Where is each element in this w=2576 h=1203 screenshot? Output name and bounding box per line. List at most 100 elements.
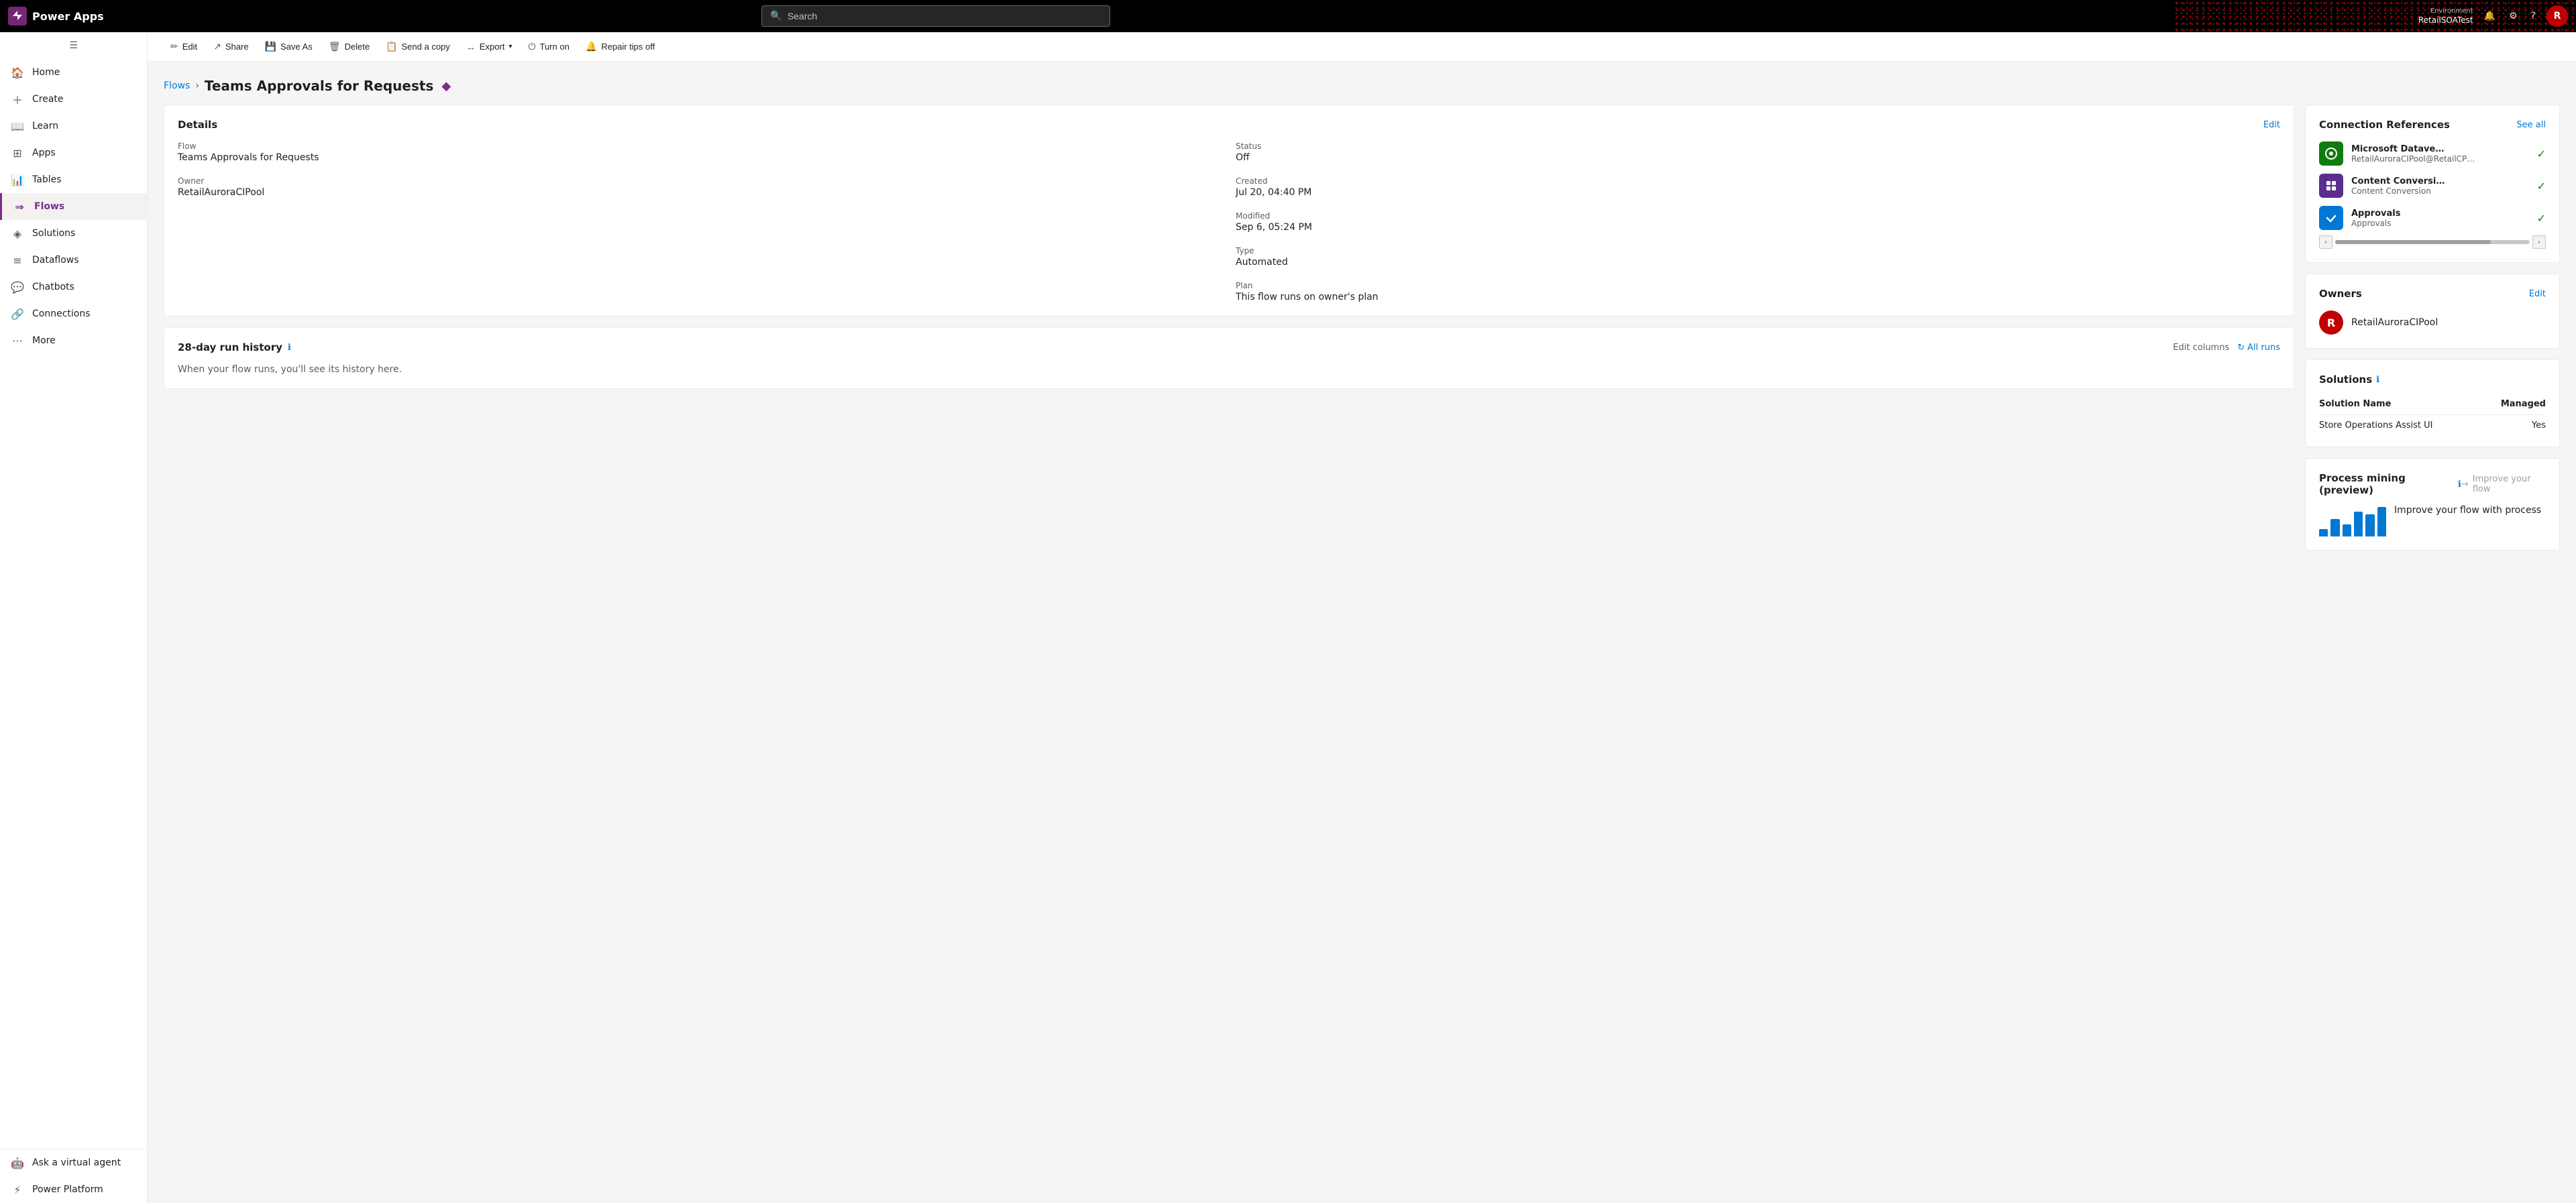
edit-columns-button[interactable]: Edit columns	[2173, 343, 2229, 353]
avatar[interactable]: R	[2546, 5, 2568, 27]
sidebar-bottom: 🤖 Ask a virtual agent ⚡ Power Platform	[0, 1149, 147, 1203]
process-mining-text: Improve your flow with process	[2394, 504, 2541, 518]
share-button[interactable]: ↗ Share	[207, 37, 255, 56]
sidebar-item-dataflows[interactable]: ≡ Dataflows	[0, 247, 147, 274]
sidebar-item-power-platform[interactable]: ⚡ Power Platform	[0, 1176, 147, 1203]
sidebar-item-connections[interactable]: 🔗 Connections	[0, 300, 147, 327]
breadcrumb-parent-link[interactable]: Flows	[164, 80, 190, 91]
type-label: Type	[1236, 246, 2280, 255]
details-card: Details Edit Flow Teams Approvals for Re…	[164, 105, 2294, 317]
solutions-info-icon[interactable]: ℹ	[2376, 375, 2379, 385]
created-value: Jul 20, 04:40 PM	[1236, 187, 2280, 198]
chatbots-icon: 💬	[11, 280, 24, 294]
owners-list: R RetailAuroraCIPool	[2319, 310, 2546, 335]
turn-on-label: Turn on	[539, 42, 569, 52]
modified-label: Modified	[1236, 211, 2280, 221]
save-as-label: Save As	[280, 42, 313, 52]
owners-edit-link[interactable]: Edit	[2529, 289, 2546, 299]
improve-flow-icon: →	[2461, 479, 2469, 490]
sidebar-label-home: Home	[32, 67, 60, 78]
process-mining-title: Process mining (preview)	[2319, 472, 2454, 496]
sidebar-label-connections: Connections	[32, 308, 91, 319]
repair-tips-icon: 🔔	[586, 41, 597, 52]
sidebar-label-learn: Learn	[32, 121, 58, 131]
repair-tips-button[interactable]: 🔔 Repair tips off	[579, 37, 661, 56]
status-label: Status	[1236, 141, 2280, 151]
search-bar[interactable]: 🔍	[761, 5, 1110, 27]
sidebar-collapse-button[interactable]: ☰	[0, 32, 147, 59]
export-label: Export	[480, 42, 505, 52]
virtual-agent-icon: 🤖	[11, 1156, 24, 1169]
connection-item-approvals: Approvals Approvals ✓	[2319, 206, 2546, 230]
sidebar-label-chatbots: Chatbots	[32, 282, 74, 292]
owner-value: RetailAuroraCIPool	[178, 187, 1222, 198]
sidebar-item-create[interactable]: ＋ Create	[0, 86, 147, 113]
sidebar-item-flows[interactable]: ⇒ Flows	[0, 193, 147, 220]
sidebar-item-learn[interactable]: 📖 Learn	[0, 113, 147, 139]
scroll-left-button[interactable]: ‹	[2319, 235, 2332, 249]
connection-scroll-area: ‹ ›	[2319, 235, 2546, 249]
sidebar-item-solutions[interactable]: ◈ Solutions	[0, 220, 147, 247]
export-button[interactable]: ↔ Export ▾	[460, 38, 519, 56]
details-left-col: Flow Teams Approvals for Requests Owner …	[178, 141, 1222, 302]
connection-list: Microsoft Datave… RetailAuroraCIPool@Ret…	[2319, 141, 2546, 230]
app-body: ☰ 🏠 Home ＋ Create 📖 Learn ⊞ Apps 📊 Table…	[0, 32, 2576, 1203]
sidebar-label-more: More	[32, 335, 56, 346]
created-label: Created	[1236, 176, 2280, 186]
see-all-link[interactable]: See all	[2516, 120, 2546, 130]
detail-type: Type Automated	[1236, 246, 2280, 268]
apps-icon: ⊞	[11, 146, 24, 160]
turn-on-button[interactable]: ⏻ Turn on	[521, 37, 576, 56]
main-area: ✏ Edit ↗ Share 💾 Save As 🗑 Delete 📋 Send…	[148, 32, 2576, 1203]
details-edit-link[interactable]: Edit	[2263, 120, 2280, 130]
solutions-card-header: Solutions ℹ	[2319, 374, 2546, 386]
sidebar-label-dataflows: Dataflows	[32, 255, 79, 266]
sidebar-item-tables[interactable]: 📊 Tables	[0, 166, 147, 193]
run-history-info-icon[interactable]: ℹ	[288, 343, 291, 353]
sidebar-label-tables: Tables	[32, 174, 62, 185]
sidebar-item-chatbots[interactable]: 💬 Chatbots	[0, 274, 147, 300]
sidebar: ☰ 🏠 Home ＋ Create 📖 Learn ⊞ Apps 📊 Table…	[0, 32, 148, 1203]
sidebar-item-more[interactable]: ··· More	[0, 327, 147, 354]
solutions-card: Solutions ℹ Solution Name Managed	[2305, 359, 2560, 447]
scroll-right-button[interactable]: ›	[2532, 235, 2546, 249]
environment-label: Environment	[2418, 7, 2473, 15]
save-as-button[interactable]: 💾 Save As	[258, 37, 319, 56]
sidebar-item-home[interactable]: 🏠 Home	[0, 59, 147, 86]
owners-card: Owners Edit R RetailAuroraCIPool	[2305, 274, 2560, 349]
table-row: Store Operations Assist UI Yes	[2319, 415, 2546, 434]
detail-modified: Modified Sep 6, 05:24 PM	[1236, 211, 2280, 233]
send-copy-button[interactable]: 📋 Send a copy	[379, 37, 457, 56]
approvals-icon	[2319, 206, 2343, 230]
solutions-table-body: Store Operations Assist UI Yes	[2319, 415, 2546, 434]
connection-item-dataverse: Microsoft Datave… RetailAuroraCIPool@Ret…	[2319, 141, 2546, 166]
edit-button[interactable]: ✏ Edit	[164, 37, 204, 56]
search-input[interactable]	[788, 11, 1102, 21]
app-title: Power Apps	[32, 10, 104, 23]
all-runs-button[interactable]: ↻ All runs	[2237, 343, 2280, 353]
flows-icon: ⇒	[13, 200, 26, 213]
create-icon: ＋	[11, 93, 24, 106]
plan-label: Plan	[1236, 281, 2280, 290]
topbar: Power Apps 🔍 Environment RetailSOATest 🔔…	[0, 0, 2576, 32]
sidebar-item-apps[interactable]: ⊞ Apps	[0, 139, 147, 166]
process-mining-card: Process mining (preview) ℹ → Improve you…	[2305, 458, 2560, 551]
solution-name-col-header: Solution Name	[2319, 396, 2481, 415]
solutions-table-head: Solution Name Managed	[2319, 396, 2546, 415]
content-conversion-icon	[2319, 174, 2343, 198]
solutions-table: Solution Name Managed Store Operations A…	[2319, 396, 2546, 433]
settings-icon[interactable]: ⚙	[2506, 8, 2520, 24]
managed-col-header: Managed	[2481, 396, 2546, 415]
delete-button[interactable]: 🗑 Delete	[322, 37, 376, 56]
connection-item-content-conversion: Content Conversi… Content Conversion ✓	[2319, 174, 2546, 198]
export-dropdown-icon: ▾	[508, 43, 512, 50]
pm-bar	[2330, 519, 2339, 536]
sidebar-item-ask-virtual-agent[interactable]: 🤖 Ask a virtual agent	[0, 1149, 147, 1176]
dataverse-icon	[2319, 141, 2343, 166]
solutions-title-area: Solutions ℹ	[2319, 374, 2379, 386]
managed-cell: Yes	[2481, 415, 2546, 434]
share-icon: ↗	[213, 41, 221, 52]
export-icon: ↔	[466, 42, 476, 52]
help-icon[interactable]: ?	[2528, 8, 2538, 24]
notification-icon[interactable]: 🔔	[2481, 8, 2498, 24]
